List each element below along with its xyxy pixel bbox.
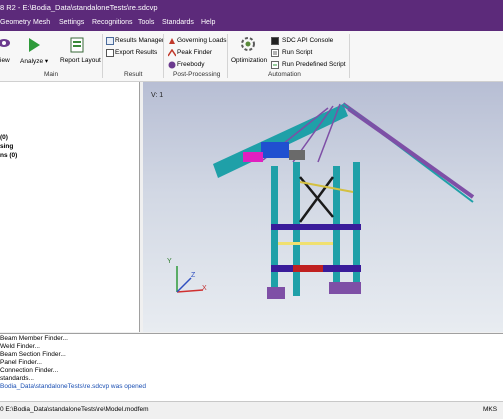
group-automation-label: Automation <box>268 71 301 78</box>
trolley <box>243 152 263 162</box>
portal-beam <box>293 265 323 272</box>
governing-loads-button[interactable]: Governing Loads <box>177 37 227 44</box>
status-units[interactable]: MKS <box>483 402 497 418</box>
eye-icon <box>0 39 10 47</box>
log-line-opened: Bodia_Data\standaloneTests\re.sdcvp was … <box>0 383 146 390</box>
freebody-button[interactable]: Freebody <box>177 61 204 68</box>
menu-tools[interactable]: Tools <box>138 15 154 31</box>
results-manager-icon <box>106 37 114 45</box>
tree-item[interactable]: ns (0) <box>0 152 17 159</box>
separator <box>227 34 228 78</box>
menu-mesh[interactable]: Mesh <box>33 15 50 31</box>
boom <box>213 104 348 178</box>
sill-beam <box>278 242 333 245</box>
ribbon: iew Analyze ▾ Report Layout Main Results… <box>0 31 503 82</box>
run-predefined-script-button[interactable]: Run Predefined Script <box>282 61 346 68</box>
menu-settings[interactable]: Settings <box>59 15 84 31</box>
bogie <box>267 287 285 299</box>
optimization-button[interactable]: Optimization <box>231 57 267 64</box>
portal-beam <box>271 224 361 230</box>
status-path: 0 E:\Bodia_Data\standaloneTests\re\Model… <box>0 406 149 413</box>
optimization-icon <box>241 37 255 51</box>
governing-loads-icon <box>169 38 175 44</box>
report-layout-button[interactable]: Report Layout <box>60 57 101 64</box>
axis-label-y: Y <box>167 258 172 265</box>
menu-bar: Geometry Mesh Settings Recognitions Tool… <box>0 15 503 31</box>
x-axis-icon <box>176 289 204 293</box>
group-main-label: Main <box>44 71 59 78</box>
crane-model <box>176 102 475 299</box>
stay-cable <box>347 109 444 178</box>
peak-finder-icon <box>168 49 176 57</box>
z-axis-icon <box>176 277 192 293</box>
menu-help[interactable]: Help <box>201 15 215 31</box>
menu-standards[interactable]: Standards <box>162 15 194 31</box>
freebody-icon <box>168 61 176 69</box>
output-log: Beam Member Finder... Weld Finder... Bea… <box>0 333 503 401</box>
group-postprocessing-label: Post-Processing <box>173 71 221 78</box>
title-bar: 8 R2 - E:\Bodia_Data\standaloneTests\re.… <box>0 0 503 15</box>
model-viewport[interactable]: V: 1 X Y Z <box>143 82 503 332</box>
window-title: 8 R2 - E:\Bodia_Data\standaloneTests\re.… <box>0 3 158 12</box>
export-results-icon <box>106 49 114 57</box>
predefined-script-icon <box>271 61 279 69</box>
separator <box>163 34 164 78</box>
model-tree-panel: (0) sing ns (0) <box>0 82 140 332</box>
tree-item[interactable]: sing <box>0 143 13 150</box>
axis-label-x: X <box>202 285 207 292</box>
peak-finder-button[interactable]: Peak Finder <box>177 49 212 56</box>
export-results-button[interactable]: Export Results <box>115 49 157 56</box>
separator <box>102 34 103 78</box>
sdc-api-console-button[interactable]: SDC API Console <box>282 37 333 44</box>
script-icon <box>271 49 279 57</box>
machinery-house <box>261 142 289 158</box>
separator <box>349 34 350 78</box>
cabin <box>289 150 305 160</box>
status-bar: 0 E:\Bodia_Data\standaloneTests\re\Model… <box>0 401 503 419</box>
view-button[interactable]: iew <box>0 57 10 64</box>
menu-recognitions[interactable]: Recognitions <box>92 15 132 31</box>
menu-geometry[interactable]: Geometry <box>0 15 31 31</box>
results-manager-button[interactable]: Results Manager <box>115 37 164 44</box>
analyze-button[interactable]: Analyze ▾ <box>20 57 48 65</box>
analyze-label: Analyze <box>20 58 44 65</box>
axis-label-z: Z <box>191 272 196 279</box>
console-icon <box>271 37 279 45</box>
run-script-button[interactable]: Run Script <box>282 49 312 56</box>
group-result-label: Result <box>124 71 143 78</box>
tree-item[interactable]: (0) <box>0 134 8 141</box>
report-icon <box>70 37 84 53</box>
bogie <box>343 282 361 294</box>
play-icon <box>29 38 40 52</box>
